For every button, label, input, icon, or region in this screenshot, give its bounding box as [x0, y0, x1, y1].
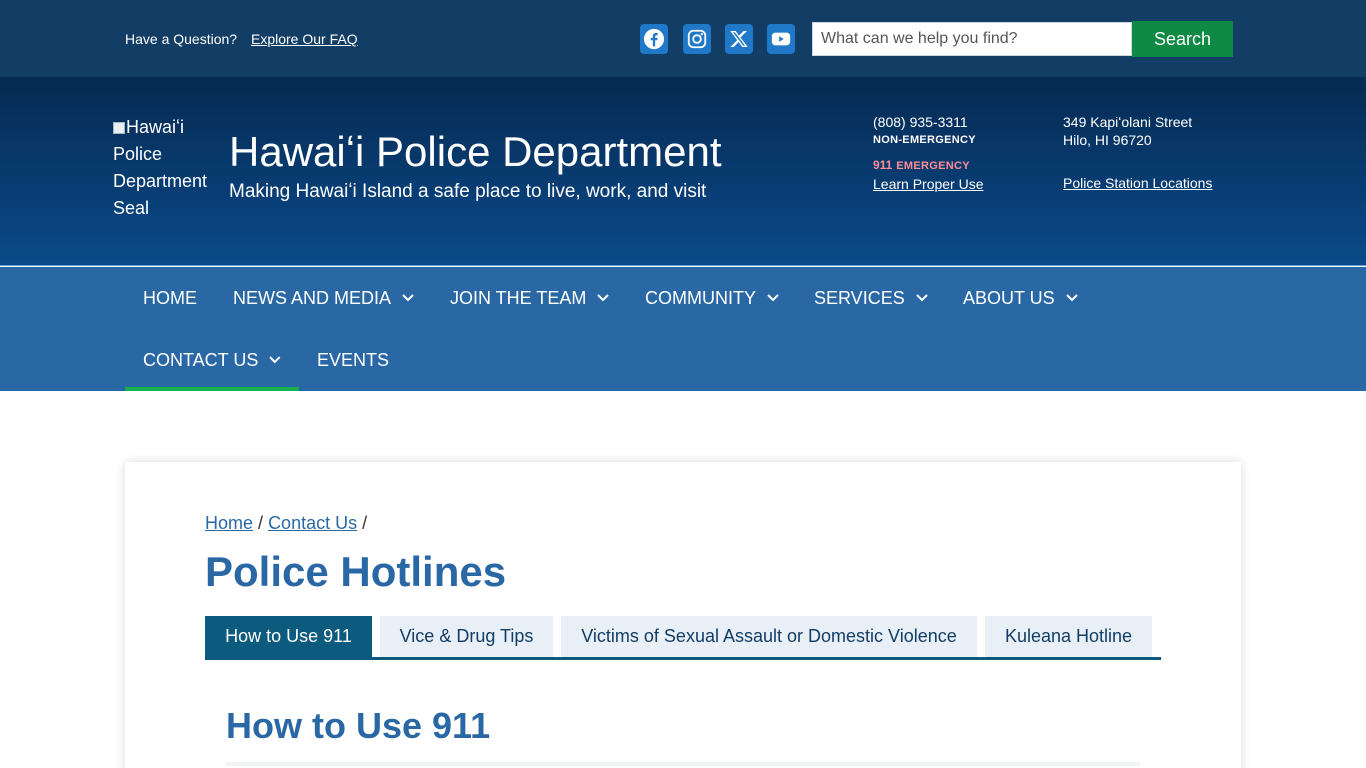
- top-utility-bar: Have a Question? Explore Our FAQ Search: [0, 0, 1366, 77]
- tab-kuleana-hotline[interactable]: Kuleana Hotline: [985, 616, 1152, 657]
- main-navigation: HOME NEWS AND MEDIA JOIN THE TEAM COMMUN…: [0, 267, 1366, 391]
- address-line-1: 349 Kapiʻolani Street: [1063, 114, 1193, 130]
- tab-victims-assault-violence[interactable]: Victims of Sexual Assault or Domestic Vi…: [561, 616, 977, 657]
- faq-link[interactable]: Explore Our FAQ: [251, 31, 358, 47]
- question-text: Have a Question?: [125, 31, 238, 47]
- chevron-down-icon: [1065, 294, 1078, 302]
- youtube-icon[interactable]: [767, 24, 795, 54]
- site-tagline: Making Hawaiʻi Island a safe place to li…: [229, 181, 707, 202]
- chevron-down-icon: [915, 294, 928, 302]
- facebook-icon[interactable]: [640, 24, 668, 54]
- search-button[interactable]: Search: [1132, 21, 1233, 57]
- section-title: How to Use 911: [226, 705, 491, 746]
- address-line-2: Hilo, HI 96720: [1063, 132, 1152, 148]
- search-input[interactable]: [812, 22, 1132, 56]
- emergency-label: EMERGENCY: [896, 160, 970, 172]
- emergency-number[interactable]: 911: [873, 158, 892, 172]
- nav-item-news-and-media[interactable]: NEWS AND MEDIA: [215, 267, 432, 329]
- broken-image-icon: [113, 122, 125, 134]
- nav-item-community[interactable]: COMMUNITY: [627, 267, 797, 329]
- learn-proper-use-link[interactable]: Learn Proper Use: [873, 176, 984, 192]
- police-station-locations-link[interactable]: Police Station Locations: [1063, 175, 1212, 191]
- address-block: 349 Kapiʻolani Street Hilo, HI 96720 Pol…: [1063, 113, 1212, 192]
- chevron-down-icon: [269, 356, 281, 364]
- tab-vice-drug-tips[interactable]: Vice & Drug Tips: [380, 616, 553, 657]
- nav-item-join-the-team[interactable]: JOIN THE TEAM: [432, 267, 627, 329]
- breadcrumb-separator: /: [258, 513, 264, 533]
- hotline-tabs: How to Use 911 Vice & Drug Tips Victims …: [205, 616, 1161, 660]
- chevron-down-icon: [597, 294, 610, 302]
- department-seal-image[interactable]: Hawaiʻi Police Department Seal: [113, 114, 213, 222]
- nav-item-contact-us[interactable]: CONTACT US: [125, 329, 299, 391]
- nav-item-services[interactable]: SERVICES: [796, 267, 946, 329]
- chevron-down-icon: [767, 294, 779, 302]
- instagram-icon[interactable]: [683, 24, 711, 54]
- phone-contact-block: (808) 935-3311 NON-EMERGENCY 911 EMERGEN…: [873, 113, 984, 193]
- page-title: Police Hotlines: [205, 548, 507, 595]
- breadcrumb-contact-us-link[interactable]: Contact Us: [268, 513, 357, 533]
- section-divider: [226, 762, 1140, 766]
- nav-item-home[interactable]: HOME: [125, 267, 215, 329]
- non-emergency-label: NON-EMERGENCY: [873, 134, 976, 146]
- tab-how-to-use-911[interactable]: How to Use 911: [205, 616, 372, 657]
- site-header: Hawaiʻi Police Department Seal Hawaiʻi P…: [0, 77, 1366, 266]
- non-emergency-phone[interactable]: (808) 935-3311: [873, 113, 984, 131]
- breadcrumb-separator: /: [362, 513, 368, 533]
- nav-item-about-us[interactable]: ABOUT US: [945, 267, 1096, 329]
- x-icon[interactable]: [725, 24, 753, 54]
- content-card: Home / Contact Us / Police Hotlines How …: [125, 462, 1241, 768]
- breadcrumb-home-link[interactable]: Home: [205, 513, 253, 533]
- site-title[interactable]: Hawaiʻi Police Department: [229, 128, 722, 176]
- chevron-down-icon: [402, 294, 414, 302]
- breadcrumb: Home / Contact Us /: [205, 513, 367, 534]
- nav-item-events[interactable]: EVENTS: [299, 329, 407, 391]
